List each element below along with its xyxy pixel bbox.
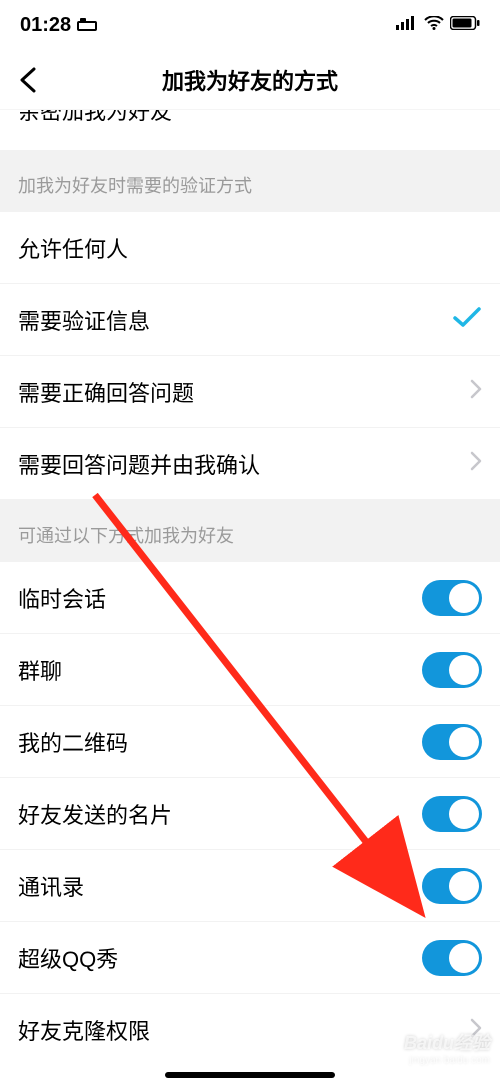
status-time: 01:28 (20, 14, 71, 37)
row-temp-chat[interactable]: 临时会话 (0, 562, 500, 634)
row-label: 我的二维码 (18, 726, 128, 758)
row-answer-question[interactable]: 需要正确回答问题 (0, 356, 500, 428)
status-left: 01:28 (20, 14, 99, 37)
chevron-right-icon (470, 379, 482, 404)
row-qrcode[interactable]: 我的二维码 (0, 706, 500, 778)
home-indicator (165, 1072, 335, 1078)
battery-icon (450, 16, 480, 35)
wifi-icon (424, 16, 444, 35)
cutoff-row[interactable]: 亲密加我为好友 (0, 110, 500, 150)
row-answer-confirm[interactable]: 需要回答问题并由我确认 (0, 428, 500, 500)
section2-header: 可通过以下方式加我为好友 (0, 500, 500, 562)
row-label: 需要验证信息 (18, 304, 150, 336)
row-label: 允许任何人 (18, 232, 128, 264)
toggle-contacts[interactable] (422, 868, 482, 904)
check-icon (452, 305, 482, 334)
row-label: 超级QQ秀 (18, 942, 118, 974)
toggle-group-chat[interactable] (422, 652, 482, 688)
row-label: 好友发送的名片 (18, 798, 172, 830)
row-label: 需要正确回答问题 (18, 376, 194, 408)
row-label: 需要回答问题并由我确认 (18, 448, 260, 480)
watermark: Baidu经验 jingyan.baidu.com (404, 1029, 490, 1066)
row-label: 群聊 (18, 654, 62, 686)
bed-icon (77, 14, 99, 37)
back-button[interactable] (14, 65, 44, 95)
screen: 01:28 加我为好友的方式 亲密加我为好友 (0, 0, 500, 1084)
toggle-friend-card[interactable] (422, 796, 482, 832)
row-label: 临时会话 (18, 582, 106, 614)
nav-bar: 加我为好友的方式 (0, 50, 500, 110)
content: 亲密加我为好友 加我为好友时需要的验证方式 允许任何人 需要验证信息 需要正确回… (0, 110, 500, 1084)
row-allow-anyone[interactable]: 允许任何人 (0, 212, 500, 284)
status-right (396, 16, 480, 35)
page-title: 加我为好友的方式 (162, 64, 338, 96)
row-friend-card[interactable]: 好友发送的名片 (0, 778, 500, 850)
status-bar: 01:28 (0, 0, 500, 50)
row-super-qq-show[interactable]: 超级QQ秀 (0, 922, 500, 994)
row-label: 好友克隆权限 (18, 1014, 150, 1046)
row-need-verify[interactable]: 需要验证信息 (0, 284, 500, 356)
toggle-qrcode[interactable] (422, 724, 482, 760)
toggle-temp-chat[interactable] (422, 580, 482, 616)
toggle-super-qq-show[interactable] (422, 940, 482, 976)
cutoff-label: 亲密加我为好友 (18, 110, 172, 126)
signal-icon (396, 16, 418, 35)
row-contacts[interactable]: 通讯录 (0, 850, 500, 922)
chevron-right-icon (470, 451, 482, 476)
row-group-chat[interactable]: 群聊 (0, 634, 500, 706)
row-label: 通讯录 (18, 870, 84, 902)
watermark-brand: Baidu经验 (404, 1033, 490, 1053)
watermark-sub: jingyan.baidu.com (404, 1055, 490, 1066)
section1-header: 加我为好友时需要的验证方式 (0, 150, 500, 212)
